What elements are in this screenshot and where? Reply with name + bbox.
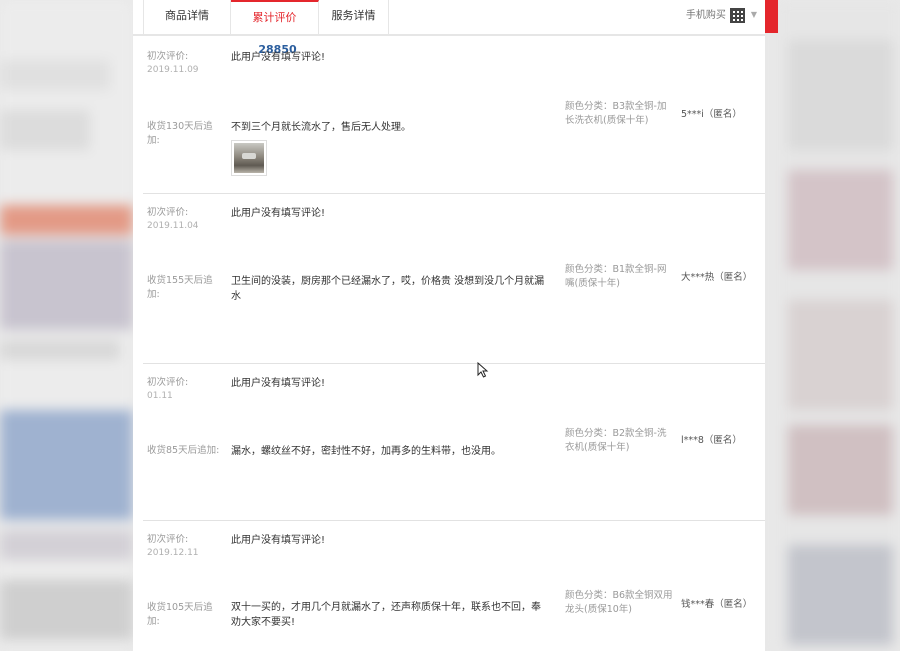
initial-review-label: 初次评价: (147, 51, 189, 62)
initial-review-label: 初次评价: (147, 377, 189, 388)
initial-review-text: 此用户没有填写评论! (231, 208, 326, 219)
followup-review-label: 收货105天后追加: (147, 602, 213, 627)
initial-review-date: 2019.11.09 (147, 65, 199, 75)
tab-product-details[interactable]: 商品详情 (143, 0, 231, 34)
sku-info: 颜色分类：B1款全铜-网嘴(质保十年) (565, 264, 667, 289)
followup-review-label: 收货85天后追加: (147, 445, 220, 456)
tab-service-details[interactable]: 服务详情 (319, 0, 389, 34)
tab-cumulative-reviews[interactable]: 累计评价28850 (231, 0, 319, 56)
initial-review-text: 此用户没有填写评论! (231, 52, 326, 63)
qr-code-icon (729, 7, 745, 23)
initial-review-text: 此用户没有填写评论! (231, 378, 326, 389)
initial-review-date: 2019.11.04 (147, 221, 199, 231)
followup-review-label: 收货155天后追加: (147, 275, 213, 300)
background-page-left (0, 0, 133, 651)
tab-label: 累计评价 (252, 11, 297, 24)
initial-review-label: 初次评价: (147, 207, 189, 218)
review-item: 初次评价: 01.11 此用户没有填写评论! 收货85天后追加: 漏水，螺纹丝不… (143, 364, 765, 521)
tab-label: 商品详情 (165, 9, 209, 22)
sku-info: 颜色分类：B2款全铜-洗衣机(质保十年) (565, 428, 667, 453)
followup-review-text: 不到三个月就长流水了，售后无人处理。 (231, 122, 411, 133)
initial-review-label: 初次评价: (147, 534, 189, 545)
initial-review-text: 此用户没有填写评论! (231, 535, 326, 546)
followup-review-text: 漏水，螺纹丝不好，密封性不好，加再多的生料带，也没用。 (231, 446, 501, 457)
tab-label: 服务详情 (331, 9, 376, 22)
detail-tab-bar: 商品详情 累计评价28850 服务详情 手机购买 ▼ (133, 0, 765, 56)
mobile-buy-button[interactable]: 手机购买 ▼ (686, 0, 757, 32)
sidebar-red-strip (765, 0, 778, 33)
reviewer-name: 大***热（匿名） (681, 272, 753, 283)
reviewer-name: 钱***春（匿名） (681, 599, 753, 610)
initial-review-date: 01.11 (147, 391, 173, 401)
followup-review-text: 双十一买的，才用几个月就漏水了，还声称质保十年，联系也不回，奉劝大家不要买! (231, 602, 541, 628)
initial-review-date: 2019.12.11 (147, 548, 199, 558)
background-page-right (778, 0, 900, 651)
sku-info: 颜色分类：B3款全铜-加长洗衣机(质保十年) (565, 101, 667, 126)
followup-review-label: 收货130天后追加: (147, 121, 213, 146)
review-item: 初次评价: 2019.11.09 此用户没有填写评论! 收货130天后追加: 不… (143, 36, 765, 194)
reviewer-name: l***8（匿名） (681, 435, 742, 446)
followup-review-text: 卫生间的没装，厨房那个已经漏水了，哎，价格贵 没想到没几个月就漏水 (231, 276, 545, 302)
chevron-down-icon: ▼ (750, 10, 757, 19)
review-photo-thumbnail[interactable] (231, 140, 267, 176)
reviewer-name: 5***i（匿名） (681, 109, 742, 120)
mobile-buy-label: 手机购买 (685, 10, 726, 21)
product-review-panel: 商品详情 累计评价28850 服务详情 手机购买 ▼ 初次评价: 2019.11.… (133, 0, 765, 651)
sku-info: 颜色分类：B6款全铜双用龙头(质保10年) (565, 590, 673, 615)
review-item: 初次评价: 2019.11.04 此用户没有填写评论! 收货155天后追加: 卫… (143, 194, 765, 364)
review-item: 初次评价: 2019.12.11 此用户没有填写评论! 收货105天后追加: 双… (143, 521, 765, 651)
